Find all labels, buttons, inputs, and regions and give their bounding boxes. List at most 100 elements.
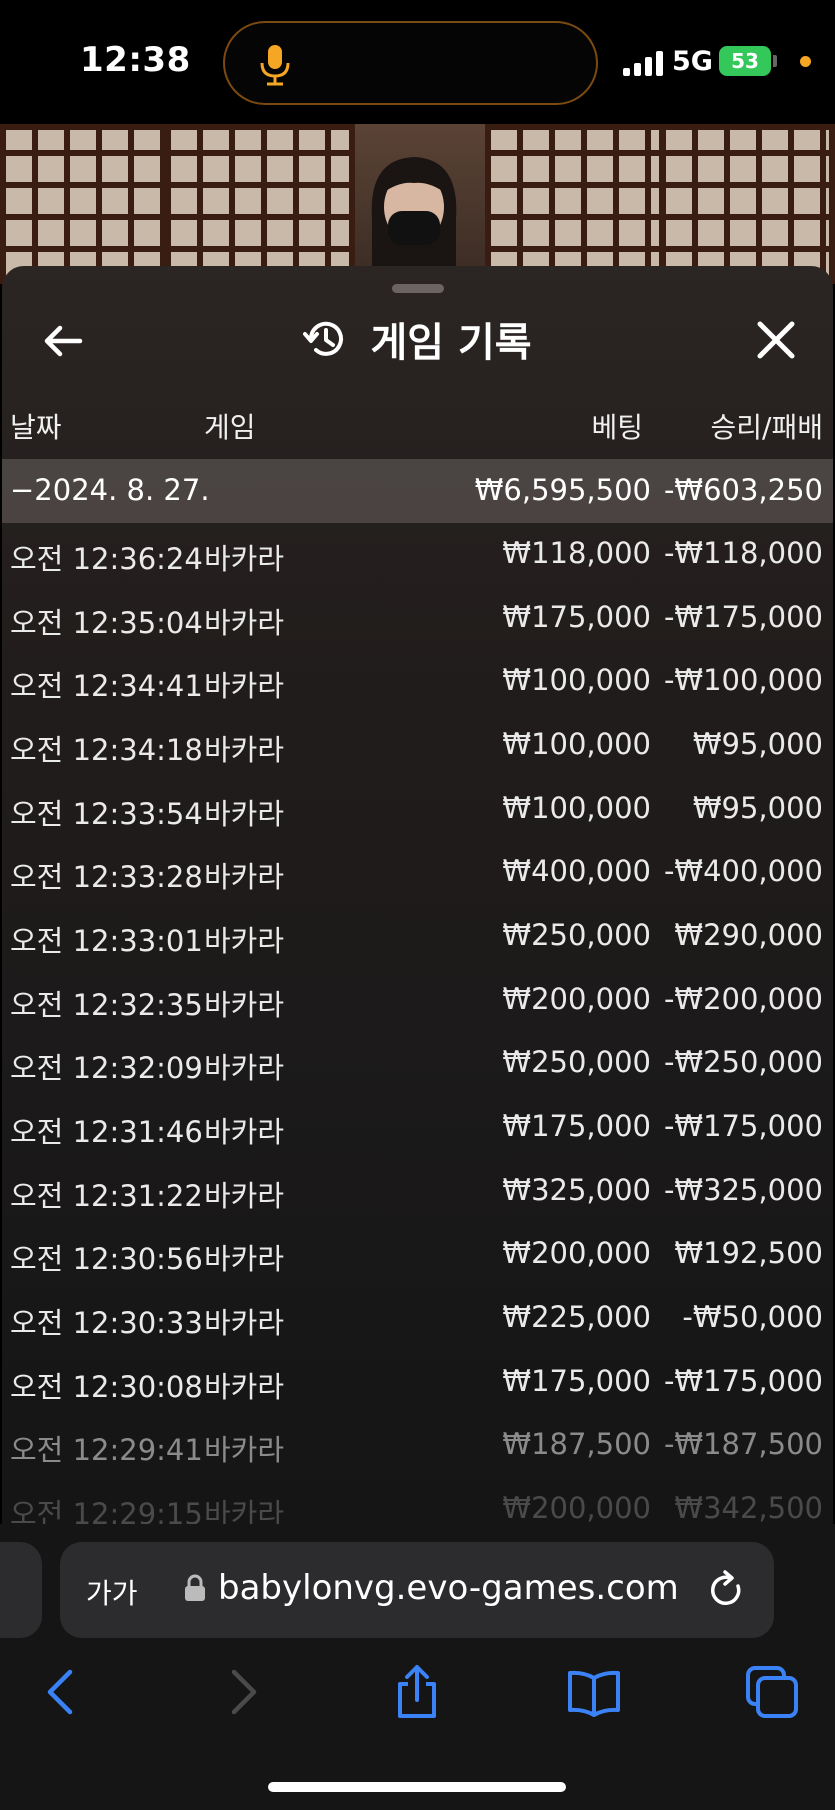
lock-icon	[185, 1574, 205, 1601]
row-bet: ₩200,000	[502, 982, 651, 1016]
status-bar: 12:38 5G 53	[0, 0, 835, 124]
row-game: 바카라	[204, 924, 285, 958]
tabs-icon[interactable]	[744, 1664, 800, 1720]
chevron-right-icon[interactable]	[214, 1664, 270, 1720]
row-time: 오전 12:30:08	[10, 1370, 203, 1404]
table-row[interactable]: 오전 12:31:46 바카라 ₩175,000 -₩175,000	[2, 1096, 833, 1160]
row-time: 오전 12:29:41	[10, 1433, 203, 1467]
reload-icon[interactable]	[708, 1570, 746, 1610]
row-result: ₩95,000	[692, 727, 823, 761]
battery-icon: 53	[719, 46, 771, 76]
table-row[interactable]: 오전 12:32:09 바카라 ₩250,000 -₩250,000	[2, 1032, 833, 1096]
row-result: -₩250,000	[663, 1045, 823, 1079]
battery-cap	[773, 55, 777, 67]
row-result: ₩95,000	[692, 791, 823, 825]
row-result: -₩175,000	[663, 600, 823, 634]
status-time: 12:38	[80, 40, 191, 80]
text-size-button[interactable]: 가가	[86, 1572, 138, 1612]
row-time: 오전 12:29:15	[10, 1497, 203, 1524]
table-row[interactable]: 오전 12:29:15 바카라 ₩200,000 ₩342,500	[2, 1478, 833, 1524]
table-row[interactable]: 오전 12:33:54 바카라 ₩100,000 ₩95,000	[2, 778, 833, 842]
row-result: -₩118,000	[663, 536, 823, 570]
row-game: 바카라	[204, 606, 285, 640]
date-group-total-bet: ₩6,595,500	[474, 473, 651, 507]
table-row[interactable]: 오전 12:29:41 바카라 ₩187,500 -₩187,500	[2, 1414, 833, 1478]
table-row[interactable]: 오전 12:33:28 바카라 ₩400,000 -₩400,000	[2, 841, 833, 905]
column-header-result: 승리/패배	[710, 411, 823, 444]
table-row[interactable]: 오전 12:30:56 바카라 ₩200,000 ₩192,500	[2, 1223, 833, 1287]
table-row[interactable]: 오전 12:30:08 바카라 ₩175,000 -₩175,000	[2, 1351, 833, 1415]
row-bet: ₩187,500	[502, 1427, 651, 1461]
row-game: 바카라	[204, 988, 285, 1022]
row-time: 오전 12:30:33	[10, 1306, 203, 1340]
privacy-indicator-dot	[800, 56, 811, 67]
table-row[interactable]: 오전 12:30:33 바카라 ₩225,000 -₩50,000	[2, 1287, 833, 1351]
home-indicator[interactable]	[268, 1782, 566, 1792]
row-bet: ₩250,000	[502, 918, 651, 952]
table-row[interactable]: 오전 12:32:35 바카라 ₩200,000 -₩200,000	[2, 969, 833, 1033]
row-time: 오전 12:36:24	[10, 542, 203, 576]
browser-bottom-bar: 가가 babylonvg.evo-games.com	[0, 1524, 835, 1810]
row-result: ₩192,500	[674, 1236, 823, 1270]
history-icon	[303, 321, 344, 356]
signal-strength-icon	[623, 50, 665, 76]
row-game: 바카라	[204, 797, 285, 831]
column-header-game: 게임	[204, 411, 256, 444]
url-text[interactable]: babylonvg.evo-games.com	[218, 1568, 679, 1608]
lattice-panel	[485, 124, 665, 284]
page-title: 게임 기록	[370, 320, 532, 366]
table-row[interactable]: 오전 12:34:41 바카라 ₩100,000 -₩100,000	[2, 650, 833, 714]
column-header-bet: 베팅	[591, 411, 643, 444]
bookmarks-icon[interactable]	[566, 1664, 622, 1720]
row-time: 오전 12:35:04	[10, 606, 203, 640]
row-result: -₩175,000	[663, 1109, 823, 1143]
chevron-left-icon[interactable]	[34, 1664, 90, 1720]
lattice-panel	[660, 124, 835, 284]
row-bet: ₩225,000	[502, 1300, 651, 1334]
row-game: 바카라	[204, 669, 285, 703]
row-game: 바카라	[204, 1115, 285, 1149]
row-game: 바카라	[204, 860, 285, 894]
table-row[interactable]: 오전 12:33:01 바카라 ₩250,000 ₩290,000	[2, 905, 833, 969]
row-bet: ₩175,000	[502, 1109, 651, 1143]
row-bet: ₩175,000	[502, 600, 651, 634]
network-type: 5G	[672, 46, 713, 77]
lattice-panel	[165, 124, 355, 284]
row-game: 바카라	[204, 1370, 285, 1404]
share-icon[interactable]	[389, 1664, 445, 1720]
row-result: -₩187,500	[663, 1427, 823, 1461]
row-game: 바카라	[204, 1051, 285, 1085]
row-result: -₩400,000	[663, 854, 823, 888]
table-row[interactable]: 오전 12:36:24 바카라 ₩118,000 -₩118,000	[2, 523, 833, 587]
row-time: 오전 12:33:28	[10, 860, 203, 894]
row-bet: ₩100,000	[502, 727, 651, 761]
date-group-total-result: -₩603,250	[663, 473, 823, 507]
close-button[interactable]	[750, 314, 802, 366]
row-game: 바카라	[204, 733, 285, 767]
dynamic-island	[223, 21, 598, 105]
row-bet: ₩325,000	[502, 1173, 651, 1207]
row-result: -₩200,000	[663, 982, 823, 1016]
row-bet: ₩100,000	[502, 663, 651, 697]
row-bet: ₩400,000	[502, 854, 651, 888]
sheet-grabber[interactable]	[392, 284, 444, 293]
row-game: 바카라	[204, 1433, 285, 1467]
table-row[interactable]: 오전 12:34:18 바카라 ₩100,000 ₩95,000	[2, 714, 833, 778]
row-bet: ₩118,000	[502, 536, 651, 570]
row-time: 오전 12:32:09	[10, 1051, 203, 1085]
table-row[interactable]: 오전 12:31:22 바카라 ₩325,000 -₩325,000	[2, 1160, 833, 1224]
row-time: 오전 12:33:54	[10, 797, 203, 831]
row-game: 바카라	[204, 1179, 285, 1213]
game-history-sheet: 게임 기록 날짜 게임 베팅 승리/패배 −2024. 8. 27. ₩6,59…	[2, 266, 833, 1524]
table-row[interactable]: 오전 12:35:04 바카라 ₩175,000 -₩175,000	[2, 587, 833, 651]
row-time: 오전 12:30:56	[10, 1242, 203, 1276]
previous-tab-preview[interactable]	[0, 1542, 42, 1638]
address-bar[interactable]: 가가 babylonvg.evo-games.com	[60, 1542, 774, 1638]
sheet-header: 게임 기록	[2, 310, 833, 370]
lattice-panel	[0, 124, 170, 284]
row-game: 바카라	[204, 1497, 285, 1524]
row-result: -₩50,000	[682, 1300, 823, 1334]
live-video-background	[0, 124, 835, 284]
row-bet: ₩250,000	[502, 1045, 651, 1079]
date-group-row[interactable]: −2024. 8. 27. ₩6,595,500 -₩603,250	[2, 459, 833, 523]
